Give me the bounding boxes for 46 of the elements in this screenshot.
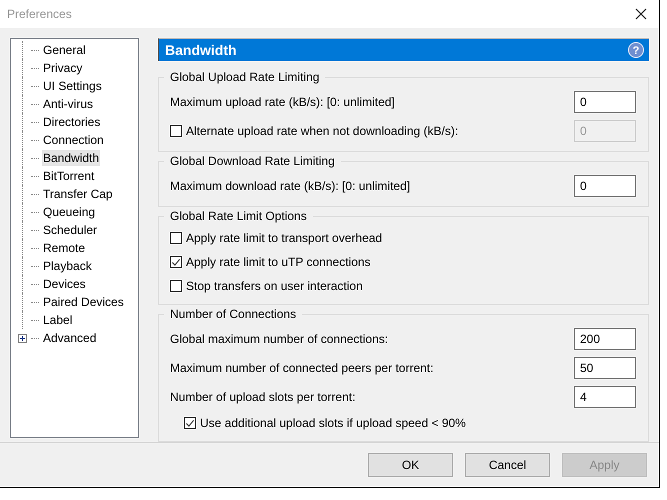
tree-item[interactable]: Remote — [42, 240, 86, 256]
tree-item[interactable]: Privacy — [42, 60, 84, 76]
tree-item[interactable]: UI Settings — [42, 78, 103, 94]
tree-item[interactable]: Paired Devices — [42, 294, 125, 310]
tree-item[interactable]: Anti-virus — [42, 96, 94, 112]
tree-item[interactable]: Directories — [42, 114, 102, 130]
checkbox-label: Use additional upload slots if upload speed < 90% — [200, 416, 467, 430]
field-label: Maximum upload rate (kB/s): [0: unlimited] — [170, 94, 396, 108]
dialog-button[interactable]: OK — [368, 453, 453, 477]
tree-item[interactable]: BitTorrent — [42, 168, 96, 184]
tree-item[interactable]: Connection — [42, 132, 105, 148]
field-label: Maximum download rate (kB/s): [0: unlimited] — [170, 178, 412, 192]
checkbox-label: Apply rate limit to uTP connections — [186, 255, 372, 269]
tree-item[interactable]: Devices — [42, 276, 87, 292]
tree-item[interactable]: Bandwidth — [42, 150, 100, 166]
checkbox[interactable] — [170, 256, 182, 268]
tree-item[interactable]: Playback — [42, 258, 93, 274]
field-label: Maximum number of connected peers per torrent: — [170, 360, 434, 374]
group-title: Number of Connections — [164, 307, 302, 321]
group-title: Global Download Rate Limiting — [164, 154, 341, 168]
checkbox[interactable] — [170, 280, 182, 292]
number-input[interactable]: 0 — [574, 90, 636, 112]
number-input[interactable]: 50 — [574, 356, 636, 378]
tree-item[interactable]: Queueing — [42, 204, 96, 220]
checkbox-label: Alternate upload rate when not downloading (kB/s): — [186, 124, 460, 138]
checkbox[interactable] — [184, 417, 196, 429]
close-icon[interactable] — [635, 8, 647, 20]
group-title: Global Rate Limit Options — [164, 209, 313, 223]
group-title: Global Upload Rate Limiting — [164, 70, 326, 84]
checkbox-label: Stop transfers on user interaction — [186, 279, 364, 293]
tree-item[interactable]: Advanced — [42, 330, 98, 346]
expand-icon[interactable] — [18, 334, 27, 342]
window-title: Preferences — [7, 7, 72, 21]
checkbox[interactable] — [170, 232, 182, 244]
number-input[interactable]: 4 — [574, 386, 636, 408]
tree-item[interactable]: Scheduler — [42, 222, 98, 238]
field-label: Number of upload slots per torrent: — [170, 390, 356, 404]
dialog-button[interactable]: Cancel — [465, 453, 550, 477]
tree-item[interactable]: Transfer Cap — [42, 186, 114, 202]
section-title: Bandwidth — [165, 42, 237, 58]
number-input[interactable]: 200 — [574, 328, 636, 350]
checkbox-label: Apply rate limit to transport overhead — [186, 231, 384, 245]
field-label: Global maximum number of connections: — [170, 332, 390, 346]
number-input[interactable]: 0 — [574, 174, 636, 196]
tree-item[interactable]: Label — [42, 312, 74, 328]
tree-item[interactable]: General — [42, 42, 87, 58]
